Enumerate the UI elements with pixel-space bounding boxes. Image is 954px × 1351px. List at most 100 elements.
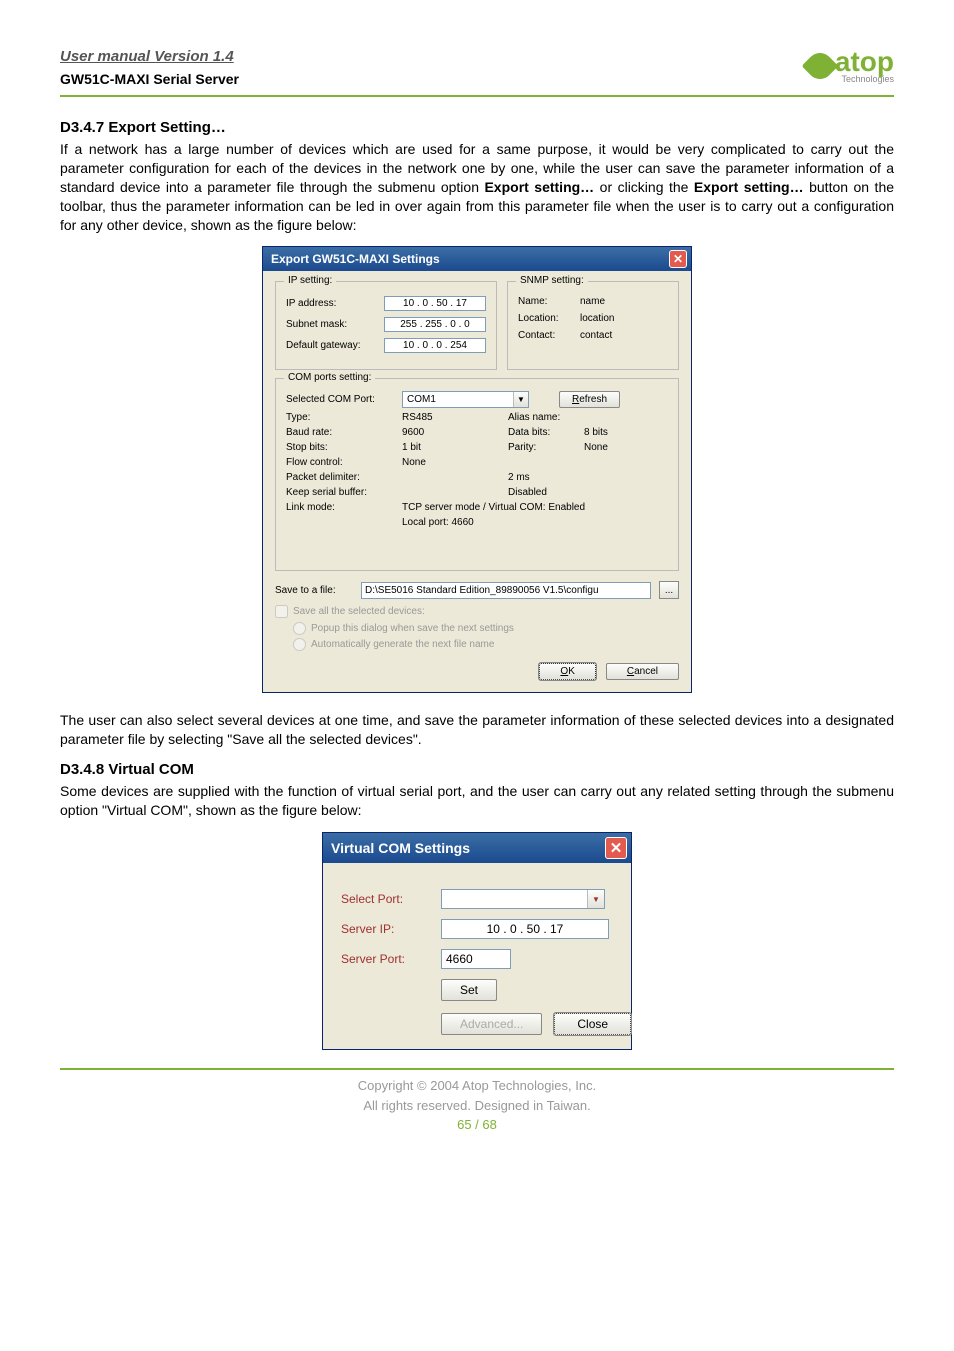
save-row: Save to a file: ... [275,581,679,599]
refresh-button[interactable]: Refresh [559,391,620,408]
rights: All rights reserved. Designed in Taiwan. [60,1096,894,1116]
subnet-field[interactable]: 255 . 255 . 0 . 0 [384,317,486,332]
save-label: Save to a file: [275,585,353,596]
page-header: User manual Version 1.4 GW51C-MAXI Seria… [60,48,894,87]
sel-com-combo[interactable]: ▼ [402,391,529,408]
vcom-dialog: Virtual COM Settings ✕ Select Port: ▼ Se… [322,832,632,1050]
gateway-label: Default gateway: [286,340,378,351]
select-port-combo[interactable]: ▼ [441,889,605,909]
popup-radio-label: Popup this dialog when save the next set… [311,623,514,634]
export-dialog-container: Export GW51C-MAXI Settings ✕ IP setting:… [60,246,894,693]
logo-leaf-icon [802,48,839,85]
server-ip-field[interactable]: 10 . 0 . 50 . 17 [441,919,609,939]
popup-radio[interactable] [293,622,306,635]
ip-address-label: IP address: [286,298,378,309]
vcom-titlebar[interactable]: Virtual COM Settings ✕ [323,833,631,863]
export-titlebar[interactable]: Export GW51C-MAXI Settings ✕ [263,247,691,271]
com-legend: COM ports setting: [284,372,375,383]
top-row: IP setting: IP address: 10 . 0 . 50 . 17… [275,281,679,378]
section-heading-vcom: D3.4.8 Virtual COM [60,761,894,778]
footer-divider [60,1068,894,1070]
pkt-label: Packet delimiter: [286,472,396,483]
snmp-contact-value: contact [580,330,612,341]
close-button[interactable]: Close [554,1013,631,1035]
product-title: GW51C-MAXI Serial Server [60,71,807,87]
type-value: RS485 [402,412,502,423]
logo: atop Technologies [807,48,894,84]
com-ports-group: COM ports setting: Selected COM Port: ▼ … [275,378,679,571]
databits-label: Data bits: [508,427,578,438]
auto-radio[interactable] [293,638,306,651]
save-all-checkbox[interactable] [275,605,288,618]
snmp-loc-value: location [580,313,614,324]
baud-value: 9600 [402,427,502,438]
parity-value: None [584,442,608,453]
export-title: Export GW51C-MAXI Settings [271,252,440,266]
vcom-dialog-container: Virtual COM Settings ✕ Select Port: ▼ Se… [60,832,894,1050]
sel-com-input[interactable] [403,394,513,405]
cancel-button[interactable]: Cancel [606,663,679,680]
vcom-paragraph: Some devices are supplied with the funct… [60,782,894,820]
flow-value: None [402,457,502,468]
snmp-contact-label: Contact: [518,330,574,341]
section-heading-export: D3.4.7 Export Setting… [60,119,894,136]
browse-button[interactable]: ... [659,581,679,599]
logo-subtext: Technologies [835,74,894,84]
vcom-title: Virtual COM Settings [331,840,470,856]
ip-address-field[interactable]: 10 . 0 . 50 . 17 [384,296,486,311]
subnet-label: Subnet mask: [286,319,378,330]
snmp-name-label: Name: [518,296,574,307]
server-port-field[interactable] [441,949,511,969]
advanced-button[interactable]: Advanced... [441,1013,542,1035]
server-port-label: Server Port: [341,952,431,966]
auto-radio-row[interactable]: Automatically generate the next file nam… [293,638,679,651]
keep-label: Keep serial buffer: [286,487,396,498]
baud-label: Baud rate: [286,427,396,438]
between-paragraph: The user can also select several devices… [60,711,894,749]
keep-value: Disabled [508,487,547,498]
parity-label: Parity: [508,442,578,453]
ip-setting-group: IP setting: IP address: 10 . 0 . 50 . 17… [275,281,497,370]
footer: Copyright © 2004 Atop Technologies, Inc.… [60,1076,894,1115]
page-number: 65 / 68 [60,1117,894,1132]
databits-value: 8 bits [584,427,608,438]
ip-legend: IP setting: [284,275,336,286]
gateway-field[interactable]: 10 . 0 . 0 . 254 [384,338,486,353]
close-icon[interactable]: ✕ [669,250,687,268]
snmp-name-value: name [580,296,605,307]
p1bold2: Export setting… [694,179,804,195]
set-button[interactable]: Set [441,979,497,1001]
localport-value: Local port: 4660 [402,517,474,528]
popup-radio-row[interactable]: Popup this dialog when save the next set… [293,622,679,635]
export-body: IP setting: IP address: 10 . 0 . 50 . 17… [263,271,691,692]
copyright: Copyright © 2004 Atop Technologies, Inc. [60,1076,894,1096]
select-port-input[interactable] [442,892,587,906]
ok-button[interactable]: OK [539,663,595,680]
save-all-label: Save all the selected devices: [293,606,425,617]
save-path-field[interactable] [361,582,651,599]
export-paragraph: If a network has a large number of devic… [60,140,894,234]
select-port-label: Select Port: [341,892,431,906]
header-left: User manual Version 1.4 GW51C-MAXI Seria… [60,48,807,87]
snmp-legend: SNMP setting: [516,275,588,286]
chevron-down-icon[interactable]: ▼ [513,392,528,407]
close-icon[interactable]: ✕ [605,837,627,859]
logo-text-block: atop Technologies [835,48,894,84]
sel-com-label: Selected COM Port: [286,394,396,405]
snmp-loc-label: Location: [518,313,574,324]
save-all-row[interactable]: Save all the selected devices: [275,605,679,618]
export-buttons: OK Cancel [275,663,679,680]
auto-radio-label: Automatically generate the next file nam… [311,639,494,650]
chevron-down-icon[interactable]: ▼ [587,890,604,908]
type-label: Type: [286,412,396,423]
stopbits-value: 1 bit [402,442,502,453]
link-value: TCP server mode / Virtual COM: Enabled [402,502,585,513]
alias-label: Alias name: [508,412,578,423]
p1bold1: Export setting… [484,179,594,195]
server-ip-label: Server IP: [341,922,431,936]
header-divider [60,95,894,97]
flow-label: Flow control: [286,457,396,468]
vcom-body: Select Port: ▼ Server IP: 10 . 0 . 50 . … [323,863,631,1049]
snmp-setting-group: SNMP setting: Name: name Location: locat… [507,281,679,370]
stopbits-label: Stop bits: [286,442,396,453]
